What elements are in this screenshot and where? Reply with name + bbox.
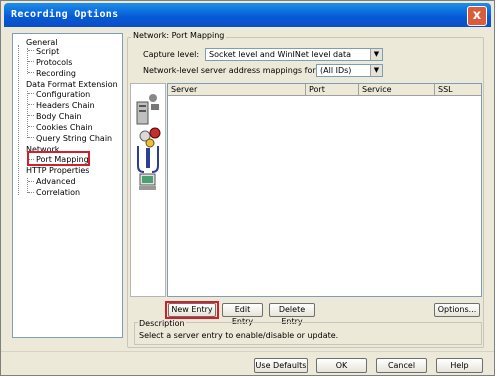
cancel-button[interactable]: Cancel	[376, 358, 427, 373]
footer-separator	[1, 351, 494, 352]
recording-options-dialog: Recording Options x General Script Proto…	[0, 0, 495, 376]
delete-entry-button[interactable]: Delete Entry	[269, 303, 315, 326]
tree-item-recording[interactable]: Recording	[36, 69, 76, 79]
chevron-down-icon[interactable]: ▼	[370, 49, 382, 60]
ok-button[interactable]: OK	[316, 358, 367, 373]
close-icon: x	[472, 8, 482, 23]
list-header: Server Port Service SSL	[168, 84, 481, 96]
mapping-value: (All IDs)	[320, 66, 352, 75]
mapping-select[interactable]: (All IDs) ▼	[316, 64, 383, 77]
new-entry-highlight	[165, 301, 219, 319]
edit-entry-button[interactable]: Edit Entry	[222, 303, 263, 326]
window-title: Recording Options	[11, 9, 119, 20]
tree-item-data-format-extension[interactable]: Data Format Extension	[26, 80, 118, 90]
column-ssl[interactable]: SSL	[435, 84, 482, 95]
help-button[interactable]: Help	[436, 358, 483, 373]
group-title: Network: Port Mapping	[131, 31, 227, 40]
chevron-down-icon[interactable]: ▼	[370, 65, 382, 76]
server-mapping-list[interactable]: Server Port Service SSL	[167, 83, 482, 297]
options-button[interactable]: Options...	[434, 303, 480, 317]
monitor-icon	[139, 173, 156, 190]
column-port[interactable]: Port	[306, 84, 359, 95]
tree-item-advanced[interactable]: Advanced	[36, 177, 76, 187]
mapping-label: Network-level server address mappings fo…	[143, 66, 321, 75]
description-label: Description	[138, 319, 186, 328]
toolbox-icon	[137, 146, 159, 173]
capture-level-label: Capture level:	[143, 50, 200, 59]
close-button[interactable]: x	[467, 6, 487, 26]
column-service[interactable]: Service	[359, 84, 435, 95]
tree-item-headers-chain[interactable]: Headers Chain	[36, 101, 95, 111]
tree-item-body-chain[interactable]: Body Chain	[36, 112, 82, 122]
tree-item-query-string-chain[interactable]: Query String Chain	[36, 134, 112, 144]
capture-level-value: Socket level and WinINet level data	[209, 50, 352, 59]
tree-item-script[interactable]: Script	[36, 47, 59, 57]
tree-item-configuration[interactable]: Configuration	[36, 90, 90, 100]
network-node-icon	[139, 127, 161, 148]
port-mapping-highlight	[27, 151, 90, 166]
computer-server-icon	[136, 94, 159, 125]
network-icons	[136, 94, 161, 190]
tree-item-protocols[interactable]: Protocols	[36, 58, 72, 68]
tree-item-http-properties[interactable]: HTTP Properties	[26, 166, 89, 176]
icon-strip	[130, 83, 166, 297]
tree-item-correlation[interactable]: Correlation	[36, 188, 80, 198]
options-tree[interactable]: General Script Protocols Recording Data …	[12, 33, 123, 338]
use-defaults-button[interactable]: Use Defaults	[254, 358, 308, 373]
capture-level-select[interactable]: Socket level and WinINet level data ▼	[205, 48, 383, 61]
tree-item-cookies-chain[interactable]: Cookies Chain	[36, 123, 93, 133]
column-server[interactable]: Server	[168, 84, 306, 95]
title-bar[interactable]: Recording Options x	[4, 3, 491, 27]
description-text: Select a server entry to enable/disable …	[139, 331, 339, 340]
